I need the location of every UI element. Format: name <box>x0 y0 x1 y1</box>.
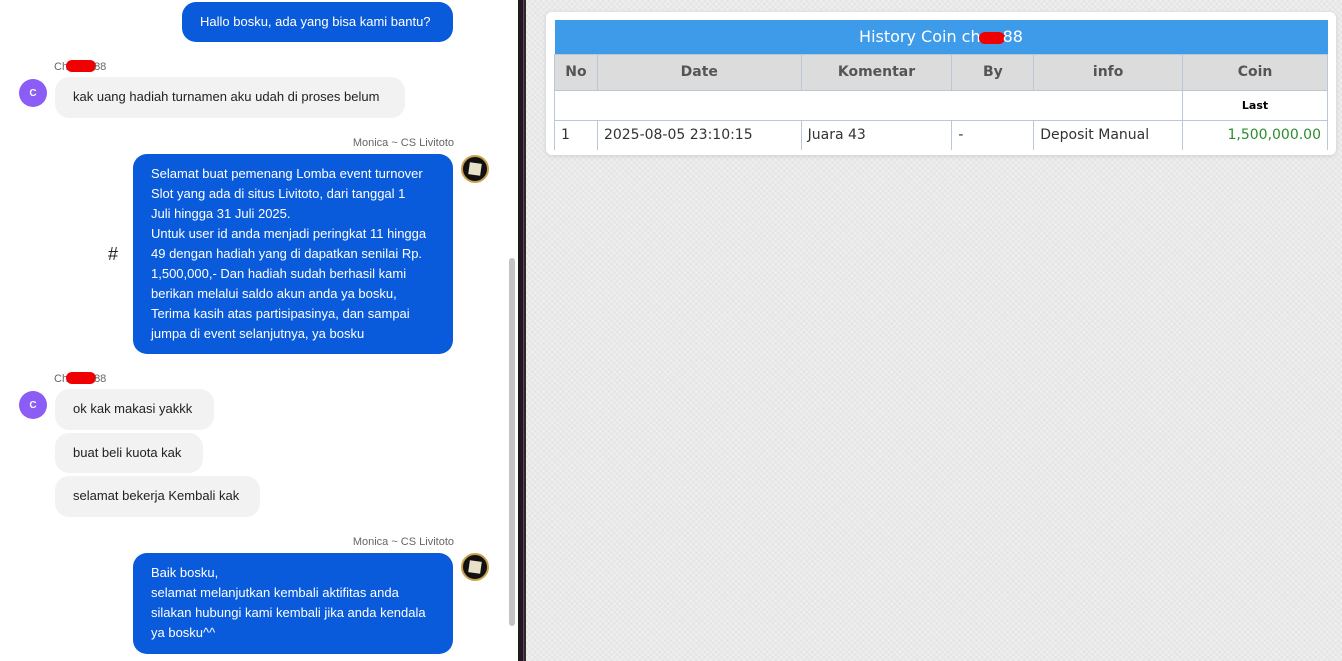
cell-info: Deposit Manual <box>1033 119 1183 150</box>
summary-row: Last <box>553 89 1328 120</box>
hash-mark: # <box>108 244 119 264</box>
message-line: selamat melanjutkan kembali aktifitas an… <box>151 585 399 600</box>
sender-name: Ch 88 <box>54 372 107 385</box>
agent-name: Monica ~ CS Livitoto <box>352 536 454 548</box>
cell-date: 2025-08-05 23:10:15 <box>596 119 802 150</box>
last-label: Last <box>1182 89 1328 120</box>
message-line: ya bosku^^ <box>151 625 216 640</box>
table-row: 1 2025-08-05 23:10:15 Juara 43 - Deposit… <box>554 119 1328 150</box>
chat-scrollbar-thumb[interactable] <box>509 258 515 626</box>
table-title: History Coin ch 88 <box>554 20 1328 54</box>
message-agent-2: Baik bosku, selamat melanjutkan kembali … <box>133 553 453 654</box>
user-avatar: C <box>19 79 47 107</box>
history-coin-card: History Coin ch 88 No Date Komentar By in… <box>546 12 1336 155</box>
chat-pane[interactable]: Hallo bosku, ada yang bisa kami bantu? C… <box>0 0 518 661</box>
cell-no: 1 <box>554 119 598 150</box>
message-line: Terima kasih atas partisipasinya, dan sa… <box>151 306 410 321</box>
message-line: 49 dengan hadiah yang di dapatkan senila… <box>151 246 423 261</box>
redaction-mark <box>66 372 97 384</box>
message-user-2: ok kak makasi yakkk <box>55 389 214 430</box>
message-user-4: selamat bekerja Kembali kak <box>55 476 260 517</box>
message-line: Slot yang ada di situs Livitoto, dari ta… <box>151 186 406 201</box>
history-pane: History Coin ch 88 No Date Komentar By in… <box>526 0 1342 661</box>
agent-avatar <box>461 155 489 183</box>
sender-name: Ch 88 <box>54 60 107 73</box>
redaction-mark <box>978 32 1005 45</box>
history-coin-table: History Coin ch 88 No Date Komentar By in… <box>553 20 1328 150</box>
message-line: Untuk user id anda menjadi peringkat 11 … <box>151 226 427 241</box>
message-user-1: kak uang hadiah turnamen aku udah di pro… <box>55 77 405 118</box>
column-header-info[interactable]: info <box>1033 53 1184 91</box>
message-line: jumpa di event selanjutnya, ya bosku <box>151 326 365 341</box>
message-line: silakan hubungi kami kembali jika anda k… <box>151 605 426 620</box>
cell-komentar: Juara 43 <box>800 119 952 150</box>
message-greeting: Hallo bosku, ada yang bisa kami bantu? <box>182 2 453 42</box>
message-line: Baik bosku, <box>151 565 219 580</box>
column-header-date[interactable]: Date <box>596 53 802 91</box>
column-header-by[interactable]: By <box>951 53 1035 91</box>
cell-by: - <box>951 119 1034 150</box>
column-header-no[interactable]: No <box>554 53 598 91</box>
message-text: Hallo bosku, ada yang bisa kami bantu? <box>200 14 431 29</box>
agent-avatar <box>461 553 489 581</box>
message-line: 1,500,000,- Dan hadiah sudah berhasil ka… <box>151 266 407 281</box>
cell-coin: 1,500,000.00 <box>1182 119 1328 150</box>
pane-divider[interactable] <box>518 0 526 661</box>
agent-name: Monica ~ CS Livitoto <box>352 137 454 149</box>
message-user-3: buat beli kuota kak <box>55 433 203 473</box>
column-header-coin[interactable]: Coin <box>1182 53 1328 91</box>
message-line: Selamat buat pemenang Lomba event turnov… <box>151 166 423 181</box>
message-line: berikan melalui saldo akun anda ya bosku… <box>151 286 397 301</box>
message-line: Juli hingga 31 Juli 2025. <box>151 206 291 221</box>
user-avatar: C <box>19 391 47 419</box>
redaction-mark <box>66 60 97 72</box>
message-agent-1: Selamat buat pemenang Lomba event turnov… <box>133 154 453 354</box>
column-header-komentar[interactable]: Komentar <box>800 53 953 91</box>
